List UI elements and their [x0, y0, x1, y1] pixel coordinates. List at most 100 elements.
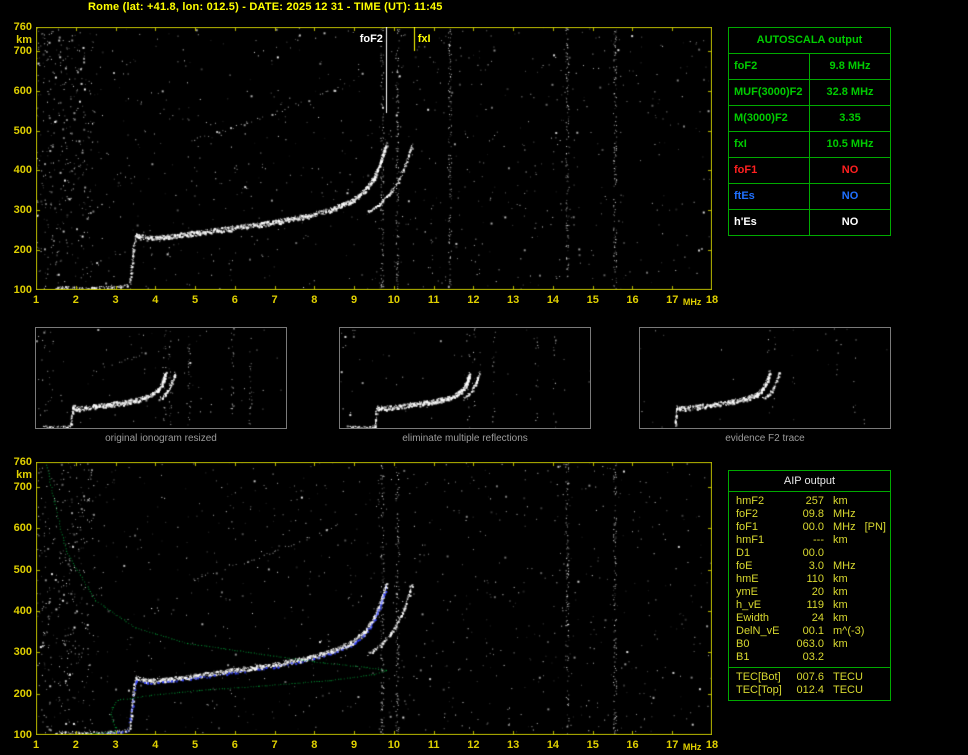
aip-row-unit: [833, 547, 886, 560]
autoscala-row-value: 9.8 MHz: [829, 60, 871, 72]
aip-row: D1 00.0: [736, 547, 886, 560]
aip-row-label: foE: [736, 560, 753, 572]
aip-row-value: 110: [806, 573, 824, 585]
thumbnail-caption-f2-trace: evidence F2 trace: [725, 433, 805, 444]
autoscala-row-label: M(3000)F2: [729, 106, 810, 131]
aip-row-value: 257: [805, 495, 824, 507]
aip-row-value: 00.0: [802, 521, 824, 533]
x-axis-tick-label: 9: [351, 739, 358, 751]
x-axis-tick-label: 15: [586, 739, 599, 751]
aip-row: B1 03.2: [736, 651, 886, 664]
aip-row-label: B1: [736, 651, 750, 663]
x-axis-tick-label: 13: [507, 294, 520, 306]
x-axis-tick-label: 11: [427, 294, 440, 306]
x-axis-tick-label: 16: [626, 739, 639, 751]
autoscala-row-value: NO: [841, 164, 859, 176]
x-axis-tick-label: 6: [231, 739, 238, 751]
x-axis-tick-label: 9: [351, 294, 358, 306]
y-axis-tick-label: 200: [13, 687, 32, 700]
thumbnail-original-ionogram: [35, 327, 287, 429]
aip-row-unit: MHz: [833, 521, 856, 533]
y-axis-tick-label: 200: [13, 244, 32, 257]
x-axis-tick-label: 7: [271, 739, 278, 751]
aip-tec-value: 012.4: [796, 684, 824, 696]
aip-row-value: 3.0: [808, 560, 824, 572]
aip-row-value: 03.2: [802, 651, 824, 663]
autoscala-row-label: fxI: [729, 132, 810, 157]
aip-row-label: hmE: [736, 573, 759, 585]
aip-row-unit: km: [833, 612, 848, 624]
aip-row-value: 00.1: [802, 625, 824, 637]
autoscala-row-label: MUF(3000)F2: [729, 80, 810, 105]
autoscala-row: M(3000)F2 3.35: [729, 105, 890, 131]
autoscala-row-value: 3.35: [839, 112, 861, 124]
x-axis-tick-label: 13: [507, 739, 520, 751]
aip-row-label: h_vE: [736, 599, 762, 611]
thumbnail-caption-cleaned: eliminate multiple reflections: [402, 433, 528, 444]
x-axis-tick-label: 12: [467, 739, 480, 751]
aip-row-unit: [833, 651, 886, 664]
x-axis-tick-label: 1: [32, 739, 40, 751]
aip-row-label: D1: [736, 547, 751, 559]
autoscala-row: foF1 NO: [729, 157, 890, 183]
y-axis-tick-label: 500: [13, 563, 32, 576]
x-axis-tick-label: 7: [271, 294, 278, 306]
autoscala-row-value: NO: [841, 190, 859, 202]
y-axis-tick-label: 760: [13, 21, 32, 33]
autoscala-screen: Rome (lat: +41.8, lon: 012.5) - DATE: 20…: [0, 0, 968, 755]
autoscala-row: ftEs NO: [729, 183, 890, 209]
y-axis-tick-label: 700: [13, 480, 32, 493]
y-axis-tick-label: 700: [13, 44, 32, 57]
thumbnail-canvas-original: [36, 328, 286, 428]
autoscala-row-label: foF2: [729, 54, 810, 79]
x-axis-tick-label: 10: [387, 739, 400, 751]
aip-row-label: foF2: [736, 508, 759, 520]
thumbnail-canvas-cleaned: [340, 328, 590, 428]
aip-row-value: 09.8: [802, 508, 824, 520]
autoscala-row: foF2 9.8 MHz: [729, 53, 890, 79]
aip-row: DelN_vE 00.1 m^(-3): [736, 625, 886, 638]
thumbnail-canvas-f2-trace: [640, 328, 890, 428]
autoscala-row-value: NO: [841, 216, 859, 228]
aip-row-label: Ewidth: [736, 612, 770, 624]
aip-row-label: hmF2: [736, 495, 765, 507]
autoscala-row-value: 32.8 MHz: [826, 86, 874, 98]
x-axis-tick-label: 15: [586, 294, 599, 306]
y-axis-tick-label: 760: [13, 456, 32, 468]
aip-row-unit: m^(-3): [833, 625, 865, 637]
ionogram-canvas-top: [36, 27, 712, 290]
y-axis-tick-label: 600: [13, 84, 32, 97]
autoscala-output-table: AUTOSCALA output foF2 9.8 MHz MUF(3000)F2 3…: [728, 27, 891, 236]
aip-tec-label: TEC[Top]: [736, 684, 782, 696]
aip-row: hmF1 --- km: [736, 534, 886, 547]
x-axis-tick-label: 10: [387, 294, 400, 306]
y-axis-tick-label: 600: [13, 522, 32, 535]
x-axis-tick-label: 3: [112, 294, 119, 306]
aip-row-label: ymE: [736, 586, 758, 598]
aip-row-label: foF1: [736, 521, 759, 533]
title-bar: Rome (lat: +41.8, lon: 012.5) - DATE: 20…: [88, 1, 443, 13]
aip-tec-row: TEC[Bot] 007.6 TECU: [736, 671, 886, 684]
aip-row: foF2 09.8 MHz: [736, 508, 886, 521]
autoscala-row-label: foF1: [729, 158, 810, 183]
autoscala-row: MUF(3000)F2 32.8 MHz: [729, 79, 890, 105]
x-axis-tick-label: 12: [467, 294, 480, 306]
aip-output-tec-rows: TEC[Bot] 007.6 TECU TEC[Top] 012.4 TECU: [729, 667, 890, 700]
x-axis-tick-label: 8: [311, 294, 318, 306]
x-axis-unit-label: MHz: [682, 742, 702, 752]
autoscala-row-label: h'Es: [729, 210, 810, 235]
x-axis-unit-label: MHz: [682, 297, 702, 307]
aip-tec-row: TEC[Top] 012.4 TECU: [736, 684, 886, 697]
autoscala-row-label: ftEs: [729, 184, 810, 209]
aip-row: B0 063.0 km: [736, 638, 886, 651]
y-axis-tick-label: 400: [13, 604, 32, 617]
autoscala-output-title: AUTOSCALA output: [756, 34, 863, 46]
aip-output-rows: hmF2 257 km foF2 09.8 MHz foF1 00.0 MHz [PN] hmF1 -…: [729, 492, 890, 667]
aip-row-unit: km: [833, 638, 848, 650]
marker-label-fxI: fxI: [416, 33, 432, 45]
aip-tec-unit: TECU: [833, 671, 863, 683]
y-axis-unit-label: km: [16, 469, 32, 481]
aip-row: hmE 110 km: [736, 573, 886, 586]
autoscala-output-rows: foF2 9.8 MHz MUF(3000)F2 32.8 MHz M(3000)F2 3…: [729, 53, 890, 235]
x-axis-tick-label: 6: [231, 294, 238, 306]
